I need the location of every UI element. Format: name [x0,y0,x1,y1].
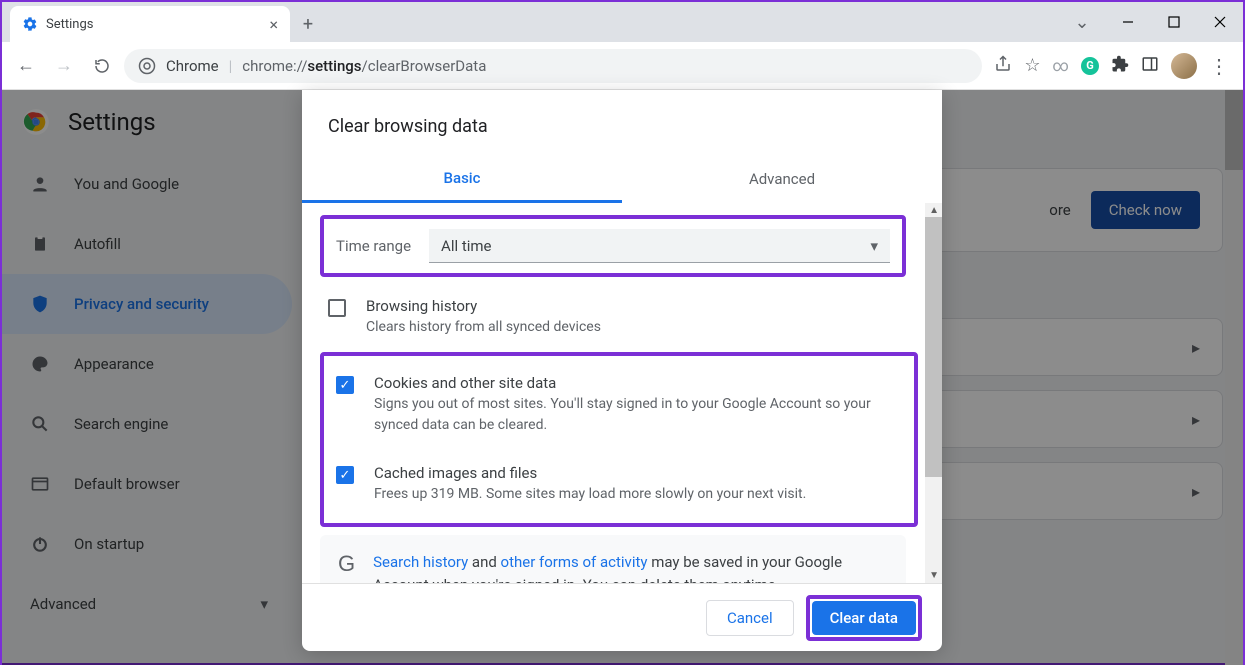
scroll-up-icon[interactable]: ▲ [929,205,939,216]
option-cache[interactable]: ✓ Cached images and files Frees up 319 M… [328,450,910,519]
tab-title: Settings [46,17,93,32]
chrome-icon [138,57,156,75]
tab-advanced[interactable]: Advanced [622,155,942,203]
google-g-icon: G [338,551,355,583]
new-tab-button[interactable]: + [290,6,326,42]
dialog-scroll-thumb[interactable] [925,217,942,477]
option-desc: Clears history from all synced devices [366,317,898,338]
time-range-value: All time [441,237,491,255]
highlight-clear-button: Clear data [806,595,922,641]
option-desc: Signs you out of most sites. You'll stay… [374,394,902,436]
extensions-puzzle-icon[interactable] [1111,55,1129,77]
google-account-info: G Search history and other forms of acti… [320,535,906,583]
clear-browsing-data-dialog: Clear browsing data Basic Advanced ▲ ▼ T… [302,90,942,651]
back-button[interactable]: ← [10,50,42,82]
cancel-button[interactable]: Cancel [706,600,794,636]
clear-data-button[interactable]: Clear data [812,601,916,635]
checkbox-browsing-history[interactable] [328,299,346,317]
option-title: Cookies and other site data [374,374,902,392]
browser-toolbar: ← → Chrome | chrome://settings/clearBrow… [2,42,1243,90]
side-panel-icon[interactable] [1141,55,1159,77]
window-controls: ⌄ [1059,2,1243,42]
checkbox-cache[interactable]: ✓ [336,466,354,484]
bookmark-star-icon[interactable]: ☆ [1024,55,1040,76]
extension-grammarly-icon[interactable]: G [1081,57,1099,75]
window-maximize-button[interactable] [1151,2,1197,42]
checkbox-cookies[interactable]: ✓ [336,376,354,394]
time-range-label: Time range [336,237,411,255]
option-cookies[interactable]: ✓ Cookies and other site data Signs you … [328,360,910,450]
dialog-body: ▲ ▼ Time range All time ▾ Browsing histo… [302,203,942,583]
browser-menu-button[interactable]: ⋮ [1209,54,1229,78]
option-desc: Frees up 319 MB. Some sites may load mor… [374,484,902,505]
omnibox-scheme: Chrome [166,57,219,75]
address-bar[interactable]: Chrome | chrome://settings/clearBrowserD… [124,49,982,83]
dialog-tabs: Basic Advanced [302,155,942,203]
window-minimize-button[interactable] [1105,2,1151,42]
browser-tab[interactable]: Settings × [10,6,290,42]
info-text: Search history and other forms of activi… [373,551,888,583]
time-range-select[interactable]: All time ▾ [429,229,890,263]
scroll-down-icon[interactable]: ▼ [929,570,939,581]
content-area: Settings You and Google Autofill Privacy… [2,90,1243,665]
highlight-cookies-cache: ✓ Cookies and other site data Signs you … [320,352,918,527]
gear-icon [22,16,38,32]
option-title: Browsing history [366,297,898,315]
chevron-down-icon: ▾ [870,237,878,255]
omnibox-url: chrome://settings/clearBrowserData [242,57,486,75]
profile-avatar[interactable] [1171,53,1197,79]
forward-button: → [48,50,80,82]
tab-close-icon[interactable]: × [269,15,278,34]
window-chevron-icon[interactable]: ⌄ [1059,2,1105,42]
tab-strip: Settings × + [2,2,1243,42]
share-icon[interactable] [994,55,1012,77]
link-other-activity[interactable]: other forms of activity [501,553,648,571]
highlight-time-range: Time range All time ▾ [320,215,906,277]
extension-cloud-icon[interactable]: ∞ [1053,56,1069,75]
dialog-footer: Cancel Clear data [302,583,942,651]
link-search-history[interactable]: Search history [373,553,468,571]
extension-area: ☆ ∞ G ⋮ [988,53,1235,79]
window-close-button[interactable] [1197,2,1243,42]
dialog-title: Clear browsing data [302,90,942,155]
reload-button[interactable] [86,50,118,82]
tab-basic[interactable]: Basic [302,155,622,203]
dialog-scrollbar[interactable]: ▲ ▼ [925,203,942,583]
option-title: Cached images and files [374,464,902,482]
omnibox-divider: | [229,57,233,75]
option-browsing-history[interactable]: Browsing history Clears history from all… [320,283,906,352]
